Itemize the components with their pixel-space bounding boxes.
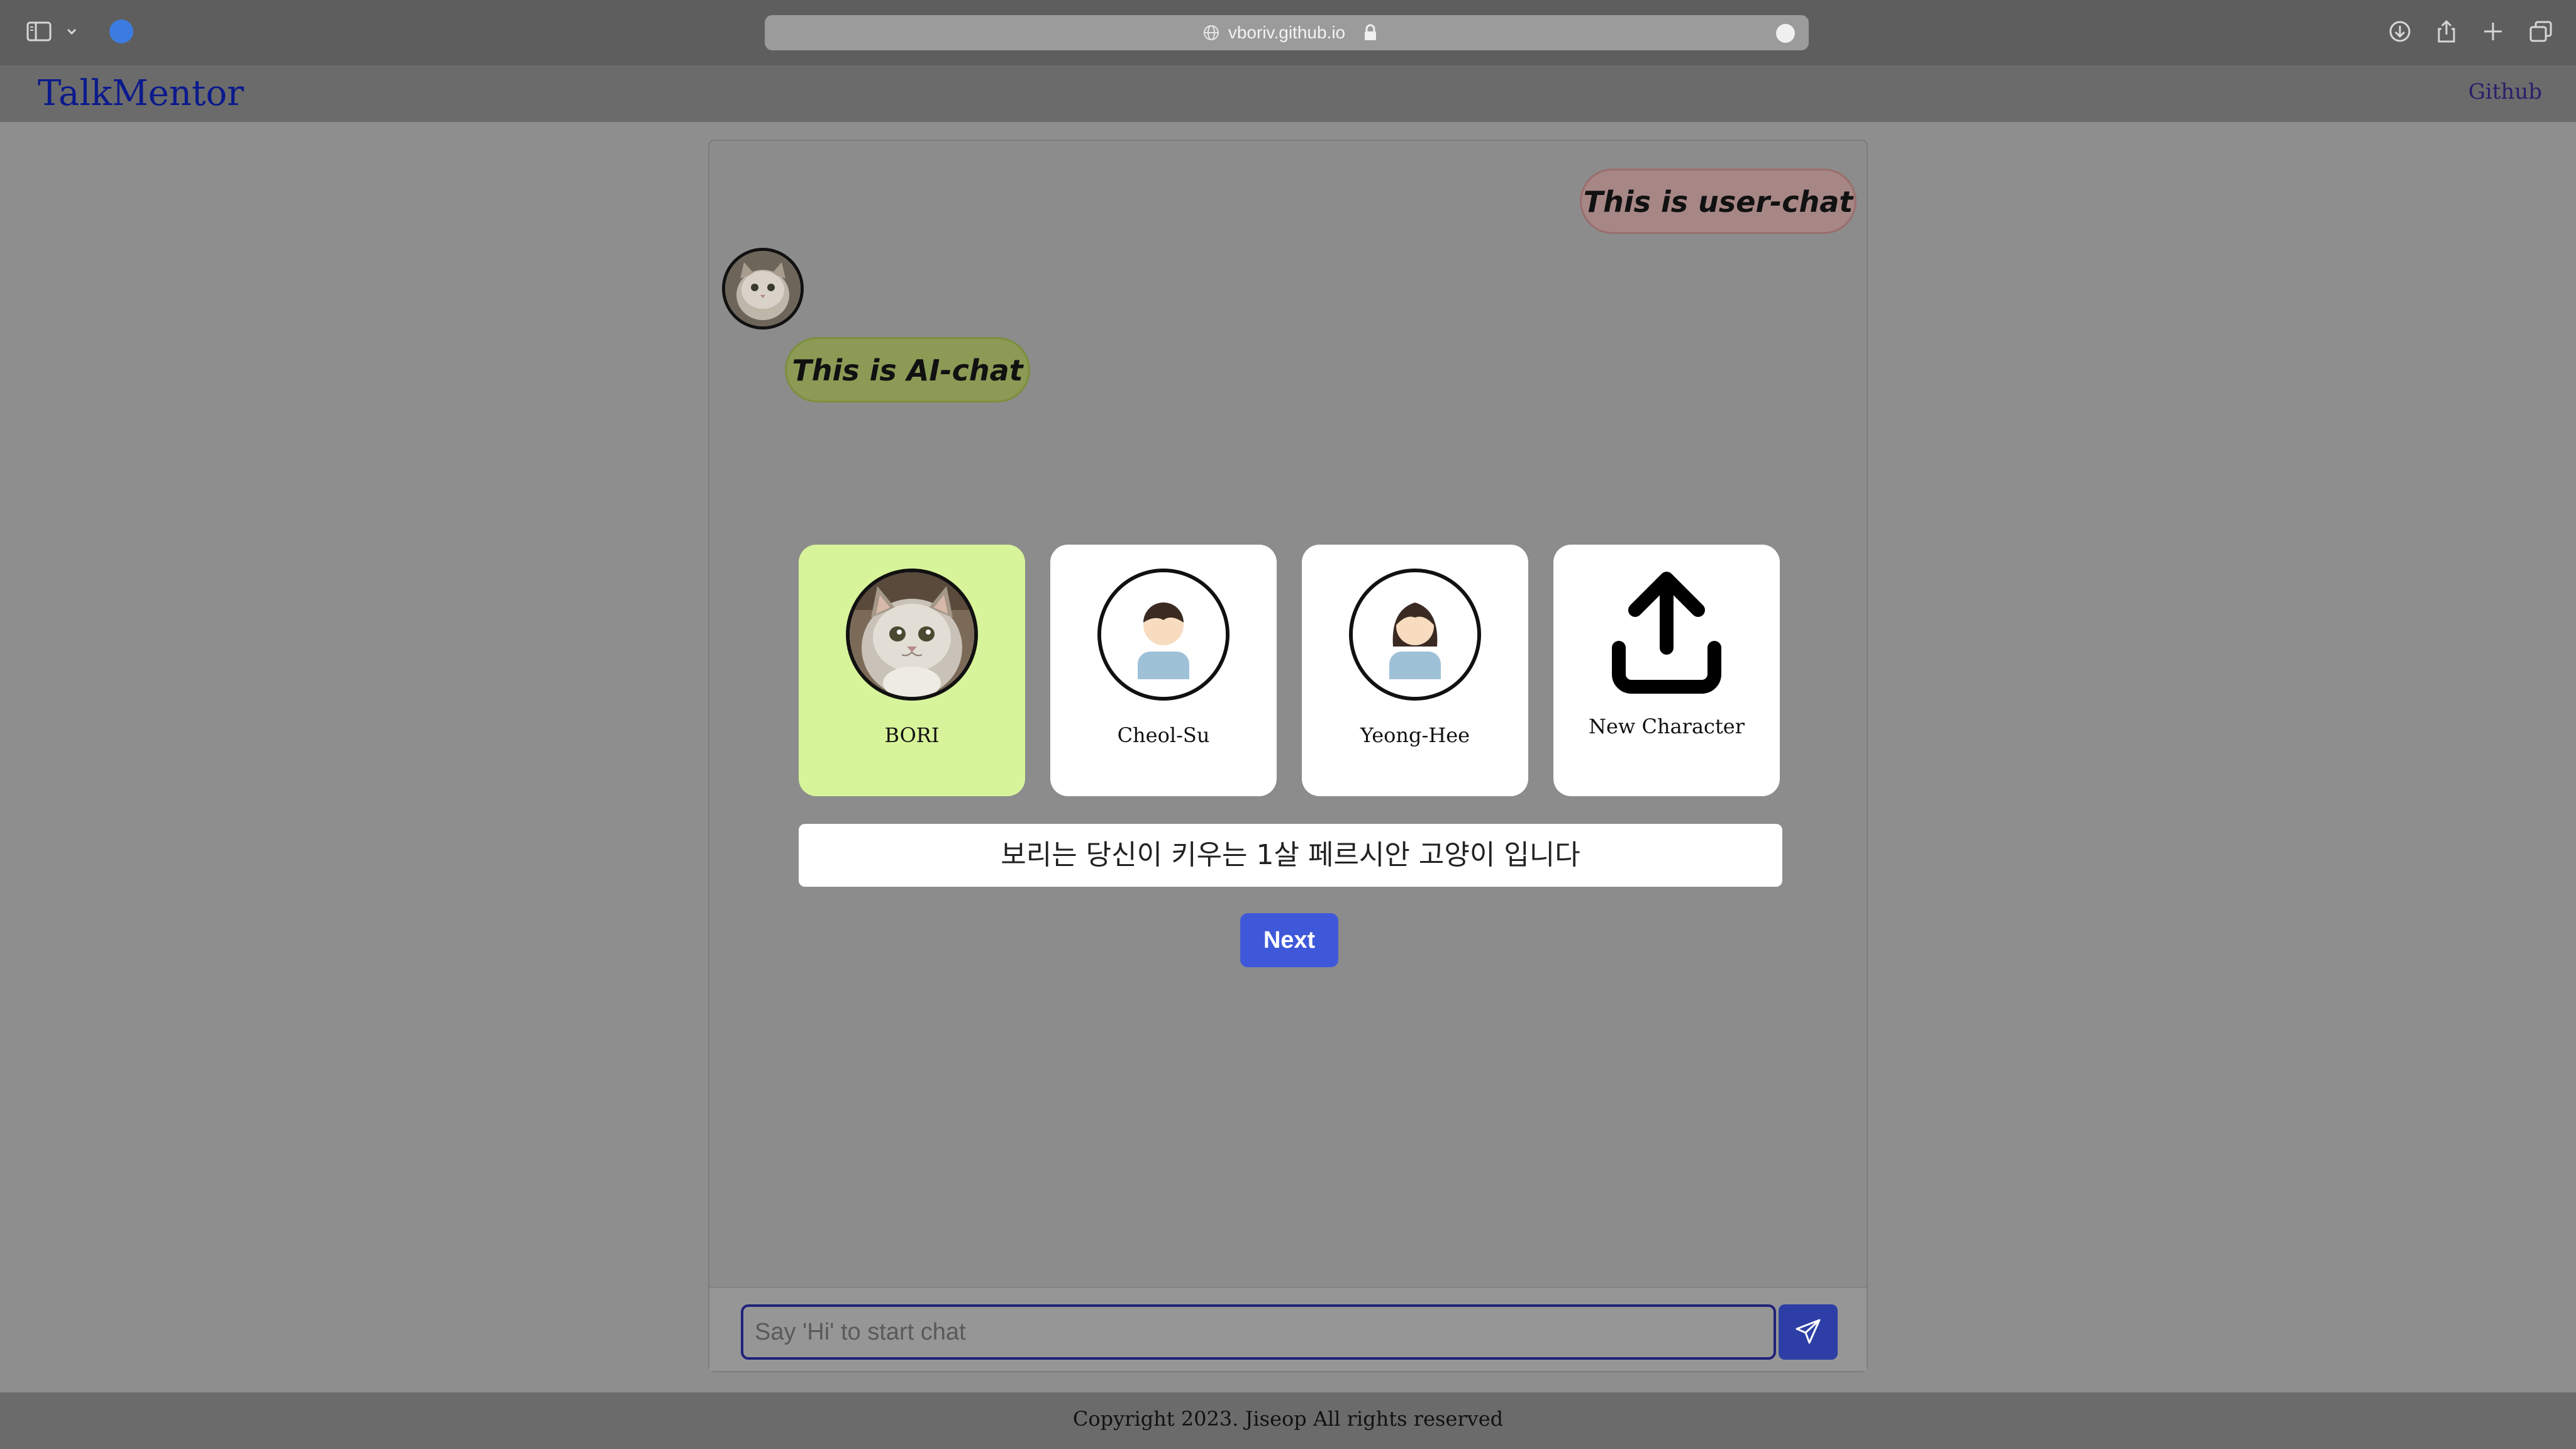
character-name: Cheol-Su (1117, 723, 1210, 747)
user-message-bubble: This is user-chat (1580, 169, 1857, 234)
chevron-down-icon[interactable] (65, 25, 78, 38)
address-bar[interactable]: vboriv.github.io (765, 15, 1809, 50)
character-avatar (846, 569, 978, 701)
next-button[interactable]: Next (1240, 913, 1338, 967)
download-icon[interactable] (2387, 19, 2412, 44)
character-card-new[interactable]: New Character (1553, 545, 1780, 796)
cat-avatar-icon (725, 251, 801, 326)
site-header: TalkMentor Github (0, 65, 2576, 122)
more-options-icon[interactable] (1776, 24, 1795, 43)
privacy-shield-icon[interactable] (109, 19, 133, 43)
ai-avatar (722, 248, 804, 330)
character-card-yeong-hee[interactable]: Yeong-Hee (1302, 545, 1528, 796)
character-card-cheol-su[interactable]: Cheol-Su (1050, 545, 1277, 796)
ai-message-bubble: This is AI-chat (785, 337, 1030, 402)
chat-input-bar (709, 1287, 1867, 1371)
character-name: New Character (1588, 714, 1745, 738)
girl-person-icon (1353, 572, 1477, 697)
character-avatar (1349, 569, 1481, 701)
tab-overview-icon[interactable] (2528, 19, 2553, 44)
character-name: Yeong-Hee (1360, 723, 1470, 747)
chat-input[interactable] (741, 1304, 1776, 1360)
character-avatar (1097, 569, 1230, 701)
upload-icon (1612, 572, 1721, 694)
github-link[interactable]: Github (2468, 65, 2542, 118)
footer: Copyright 2023. Jiseop All rights reserv… (0, 1392, 2576, 1449)
boy-person-icon (1101, 572, 1226, 697)
brand-logo[interactable]: TalkMentor (38, 65, 244, 122)
cat-photo-icon (850, 572, 974, 697)
chat-panel: This is user-chat This is AI-chat BORI C… (708, 140, 1868, 1372)
new-tab-icon[interactable] (2480, 19, 2506, 44)
share-icon[interactable] (2434, 19, 2459, 44)
sidebar-toggle-icon[interactable] (26, 21, 52, 42)
lock-icon (1365, 24, 1376, 40)
url-text: vboriv.github.io (1228, 23, 1346, 42)
browser-toolbar: vboriv.github.io (0, 0, 2576, 65)
send-button[interactable] (1779, 1304, 1838, 1360)
copyright-text: Copyright 2023. Jiseop All rights reserv… (1072, 1407, 1504, 1431)
send-icon (1796, 1319, 1821, 1343)
character-name: BORI (884, 723, 940, 747)
character-card-bori[interactable]: BORI (799, 545, 1025, 796)
character-description: 보리는 당신이 키우는 1살 페르시안 고양이 입니다 (799, 824, 1782, 887)
